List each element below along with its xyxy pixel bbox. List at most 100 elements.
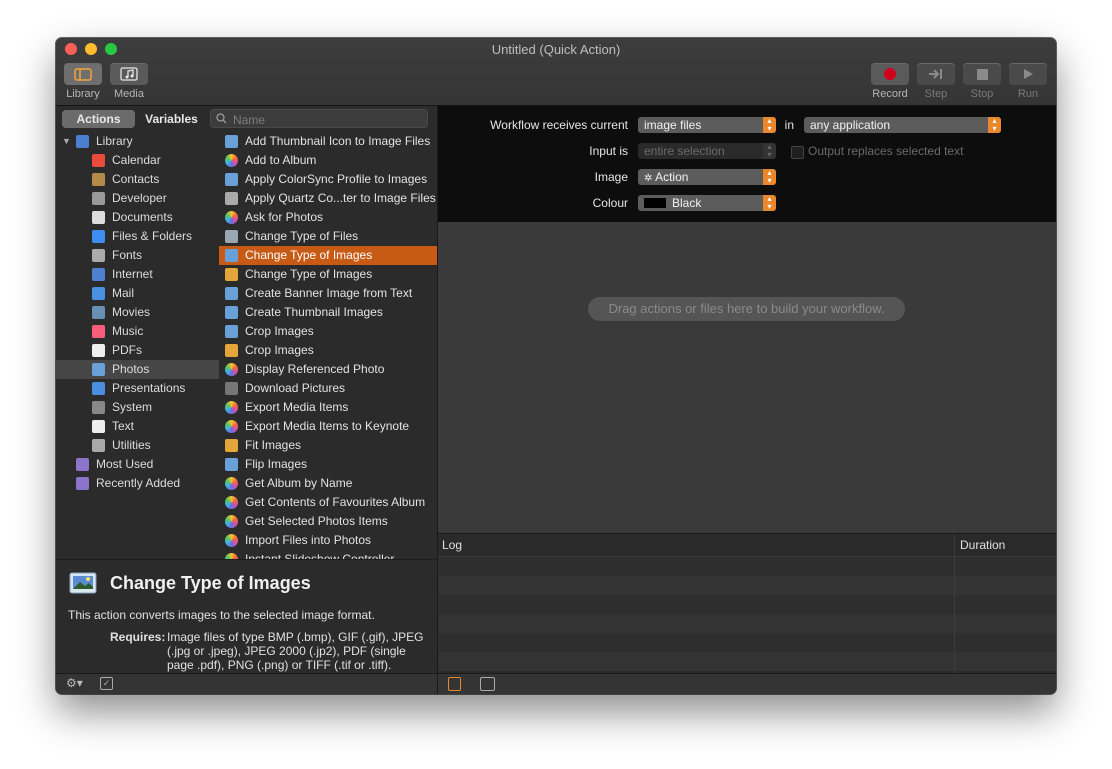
action-item-label: Crop Images [245, 324, 314, 338]
gear-menu-icon[interactable]: ⚙▾ [66, 676, 83, 690]
action-item[interactable]: Change Type of Images [219, 265, 437, 284]
library-item-developer[interactable]: Developer [56, 189, 219, 208]
variables-view-icon[interactable] [480, 677, 495, 691]
library-item-files-folders[interactable]: Files & Folders [56, 227, 219, 246]
updown-arrow-icon: ▴ ▾ [988, 117, 1001, 133]
action-item[interactable]: Change Type of Files [219, 227, 437, 246]
action-item[interactable]: Flip Images [219, 455, 437, 474]
action-item[interactable]: Crop Images [219, 341, 437, 360]
library-item-label: Internet [112, 267, 153, 281]
action-item[interactable]: Get Contents of Favourites Album [219, 493, 437, 512]
stop-button[interactable] [963, 63, 1001, 85]
media-button[interactable] [110, 63, 148, 85]
library-item-presentations[interactable]: Presentations [56, 379, 219, 398]
action-item[interactable]: Apply ColorSync Profile to Images [219, 170, 437, 189]
action-item[interactable]: Crop Images [219, 322, 437, 341]
library-item-label: Photos [112, 362, 150, 376]
library-item-music[interactable]: Music [56, 322, 219, 341]
run-button[interactable] [1009, 63, 1047, 85]
image-icon [225, 344, 238, 357]
preview-icon [225, 173, 238, 186]
stop-icon [976, 68, 988, 80]
action-item[interactable]: Export Media Items to Keynote [219, 417, 437, 436]
action-item-label: Get Contents of Favourites Album [245, 495, 426, 509]
action-item-label: Add Thumbnail Icon to Image Files [245, 134, 431, 148]
action-item[interactable]: Fit Images [219, 436, 437, 455]
log-column-header[interactable]: Log [442, 534, 462, 556]
image-popup[interactable]: ✲ Action ▴ ▾ [638, 169, 776, 185]
action-item[interactable]: Export Media Items [219, 398, 437, 417]
action-item[interactable]: Change Type of Images [219, 246, 437, 265]
action-item[interactable]: Add to Album [219, 151, 437, 170]
media-icon [120, 67, 138, 81]
colour-popup[interactable]: Black ▴ ▾ [638, 195, 776, 211]
library-item-most-used[interactable]: Most Used [56, 455, 219, 474]
automator-window: Untitled (Quick Action) Library Media Re… [56, 38, 1056, 694]
receives-popup[interactable]: image files ▴ ▾ [638, 117, 776, 133]
music-icon [92, 325, 105, 338]
library-item-movies[interactable]: Movies [56, 303, 219, 322]
action-item[interactable]: Add Thumbnail Icon to Image Files [219, 132, 437, 151]
library-item-recently-added[interactable]: Recently Added [56, 474, 219, 493]
actions-variables-segmented-control: Actions Variables [62, 110, 208, 128]
library-item-label: Recently Added [96, 476, 181, 490]
description-title: Change Type of Images [110, 573, 311, 593]
preview-icon [225, 306, 238, 319]
action-item-label: Crop Images [245, 343, 314, 357]
action-item[interactable]: Import Files into Photos [219, 531, 437, 550]
action-item[interactable]: Display Referenced Photo [219, 360, 437, 379]
action-item-label: Display Referenced Photo [245, 362, 385, 376]
photos-app-icon [225, 420, 238, 433]
movies-icon [92, 306, 105, 319]
library-item-text[interactable]: Text [56, 417, 219, 436]
duration-column-header[interactable]: Duration [960, 534, 1005, 556]
tab-variables[interactable]: Variables [135, 110, 208, 128]
step-button[interactable] [917, 63, 955, 85]
action-item[interactable]: Create Banner Image from Text [219, 284, 437, 303]
library-item-fonts[interactable]: Fonts [56, 246, 219, 265]
action-item-label: Change Type of Images [245, 248, 373, 262]
drop-hint: Drag actions or files here to build your… [588, 297, 905, 321]
photos-app-icon [225, 211, 238, 224]
in-label: in [784, 118, 794, 132]
step-icon [929, 69, 942, 79]
record-button[interactable] [871, 63, 909, 85]
library-item-contacts[interactable]: Contacts [56, 170, 219, 189]
library-item-label: PDFs [112, 343, 142, 357]
contacts-icon [92, 173, 105, 186]
library-item-library[interactable]: ▼ Library [56, 132, 219, 151]
output-replaces-checkbox[interactable] [791, 146, 804, 159]
record-icon [884, 68, 896, 80]
action-item[interactable]: Get Album by Name [219, 474, 437, 493]
library-item-calendar[interactable]: Calendar [56, 151, 219, 170]
library-item-photos[interactable]: Photos [56, 360, 219, 379]
action-item-label: Import Files into Photos [245, 533, 372, 547]
application-popup[interactable]: any application ▴ ▾ [804, 117, 1001, 133]
input-is-popup[interactable]: entire selection ▴ ▾ [638, 143, 776, 159]
action-item[interactable]: Download Pictures [219, 379, 437, 398]
library-item-utilities[interactable]: Utilities [56, 436, 219, 455]
tab-actions[interactable]: Actions [62, 110, 135, 128]
library-toggle-button[interactable] [64, 63, 102, 85]
library-item-mail[interactable]: Mail [56, 284, 219, 303]
preview-image-icon [69, 572, 97, 594]
library-item-label: Music [112, 324, 144, 338]
search-input[interactable] [231, 110, 425, 129]
photos-app-icon [225, 534, 238, 547]
description-toggle-icon[interactable]: ✓ [100, 677, 113, 690]
action-search-field[interactable] [210, 109, 428, 129]
action-item[interactable]: Get Selected Photos Items [219, 512, 437, 531]
action-item[interactable]: Create Thumbnail Images [219, 303, 437, 322]
workflow-canvas[interactable]: Drag actions or files here to build your… [438, 222, 1056, 533]
action-item[interactable]: Instant Slideshow Controller [219, 550, 437, 559]
library-item-pdfs[interactable]: PDFs [56, 341, 219, 360]
action-item[interactable]: Apply Quartz Co...ter to Image Files [219, 189, 437, 208]
action-item[interactable]: Ask for Photos [219, 208, 437, 227]
library-item-internet[interactable]: Internet [56, 265, 219, 284]
log-view-icon[interactable] [448, 677, 461, 691]
photos-app-icon [225, 154, 238, 167]
action-item-label: Create Thumbnail Images [245, 305, 383, 319]
library-item-system[interactable]: System [56, 398, 219, 417]
library-item-documents[interactable]: Documents [56, 208, 219, 227]
disclosure-triangle-icon[interactable]: ▼ [62, 132, 71, 151]
